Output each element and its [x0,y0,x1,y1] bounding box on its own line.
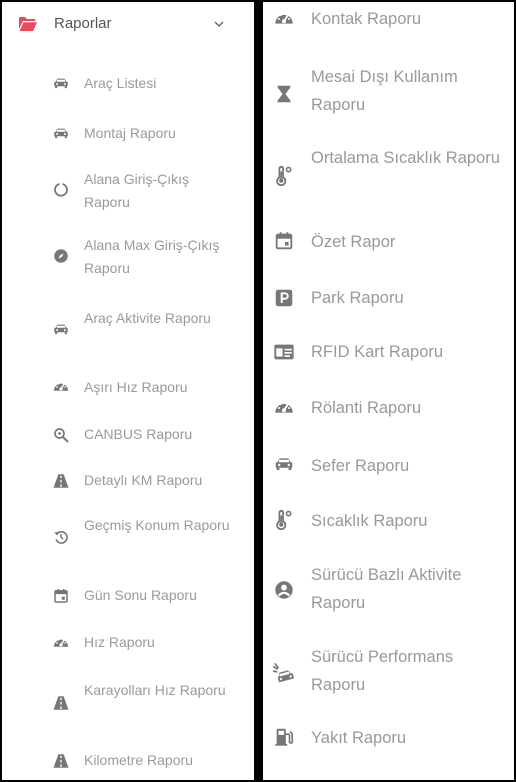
road-icon [52,694,70,712]
speedometer-icon [273,8,295,30]
report-item-label: Yakıt Raporu [311,729,407,747]
history-icon [52,528,70,546]
report-item[interactable]: Alana Giriş-Çıkış Raporu [2,160,254,222]
road-icon [52,472,70,490]
report-item[interactable]: Park Raporu [263,280,514,318]
report-item[interactable]: Sıcaklık Raporu [263,503,514,541]
hourglass-icon [273,83,295,105]
report-item-label: Mesai Dışı Kullanım Raporu [311,68,458,114]
reports-menu-right: Kontak Raporu Mesai Dışı Kullanım Raporu O… [263,2,514,780]
car-crash-icon [273,663,295,685]
thermometer-icon [273,509,295,531]
report-item[interactable]: Montaj Raporu [2,110,254,156]
report-item-label: Sürücü Performans Raporu [311,648,454,694]
car-icon [52,125,70,143]
road-icon [52,752,70,770]
report-item[interactable]: Araç Aktivite Raporu [2,300,254,362]
report-item[interactable]: Aşırı Hız Raporu [2,366,254,412]
speedometer-icon [52,634,70,652]
report-item[interactable]: RFID Kart Raporu [263,335,514,373]
reports-menu-header[interactable]: Raporlar [2,2,254,48]
report-item[interactable]: Özet Rapor [263,224,514,262]
report-item[interactable]: Araç Listesi [2,60,254,106]
speedometer-icon [52,378,70,396]
report-item[interactable]: CANBUS Raporu [2,413,254,459]
report-item[interactable]: Yakıt Raporu [263,724,514,762]
circle-notch-icon [52,181,70,199]
speedometer-icon [273,397,295,419]
report-item-label: Geçmiş Konum Raporu [84,517,230,533]
calendar-icon [52,587,70,605]
report-item-label: Sürücü Bazlı Aktivite Raporu [311,566,462,612]
report-item-label: Hız Raporu [84,634,155,650]
report-item-label: Gün Sonu Raporu [84,587,197,603]
report-item-label: Kontak Raporu [311,10,422,28]
parking-icon [273,287,295,309]
reports-menu-title: Raporlar [54,15,112,32]
report-item-label: Alana Giriş-Çıkış Raporu [84,171,190,210]
report-item[interactable]: Detaylı KM Raporu [2,460,254,506]
user-circle-icon [273,579,295,601]
report-item-label: Araç Listesi [84,75,157,91]
report-item-label: Rölanti Raporu [311,399,422,417]
report-item[interactable]: Ortalama Sıcaklık Raporu [263,142,514,208]
report-item-label: Sefer Raporu [311,457,410,475]
report-item-label: Araç Aktivite Raporu [84,310,211,326]
car-icon [52,75,70,93]
id-card-icon [273,341,295,363]
report-item[interactable]: Sürücü Bazlı Aktivite Raporu [263,559,514,625]
report-item[interactable]: Gün Sonu Raporu [2,576,254,622]
report-item[interactable]: Sürücü Performans Raporu [263,642,514,708]
folder-open-icon [19,17,37,31]
zoom-search-icon [52,426,70,444]
report-item-label: Park Raporu [311,289,404,307]
compass-icon [52,247,70,265]
fuel-icon [273,726,295,748]
report-item-label: Detaylı KM Raporu [84,472,203,488]
report-item[interactable]: Karayolları Hız Raporu [2,670,254,732]
report-item-label: Özet Rapor [311,233,396,251]
report-item-label: Karayolları Hız Raporu [84,682,226,698]
report-item-label: Alana Max Giriş-Çıkış Raporu [84,237,220,276]
report-item-label: Ortalama Sıcaklık Raporu [311,149,500,167]
report-item[interactable]: Alana Max Giriş-Çıkış Raporu [2,226,254,288]
report-item[interactable]: Hız Raporu [2,623,254,669]
thermometer-icon [273,165,295,187]
report-item[interactable]: Kilometre Raporu [2,738,254,780]
report-item-label: RFID Kart Raporu [311,343,444,361]
reports-menu-left: Raporlar Araç Listesi Montaj Raporu Alana … [2,2,254,780]
report-item-label: CANBUS Raporu [84,426,193,442]
report-item-label: Aşırı Hız Raporu [84,379,188,395]
report-item[interactable]: Mesai Dışı Kullanım Raporu [263,60,514,126]
report-item-label: Montaj Raporu [84,125,176,141]
report-item-label: Kilometre Raporu [84,752,193,768]
chevron-down-icon[interactable] [212,17,226,31]
report-item[interactable]: Rölanti Raporu [263,390,514,428]
car-icon [52,321,70,339]
report-item[interactable]: Sefer Raporu [263,447,514,485]
report-item[interactable]: Geçmiş Konum Raporu [2,508,254,570]
calendar-icon [273,230,295,252]
car-icon [273,454,295,476]
report-item-label: Sıcaklık Raporu [311,512,428,530]
report-item[interactable]: Kontak Raporu [263,2,514,40]
